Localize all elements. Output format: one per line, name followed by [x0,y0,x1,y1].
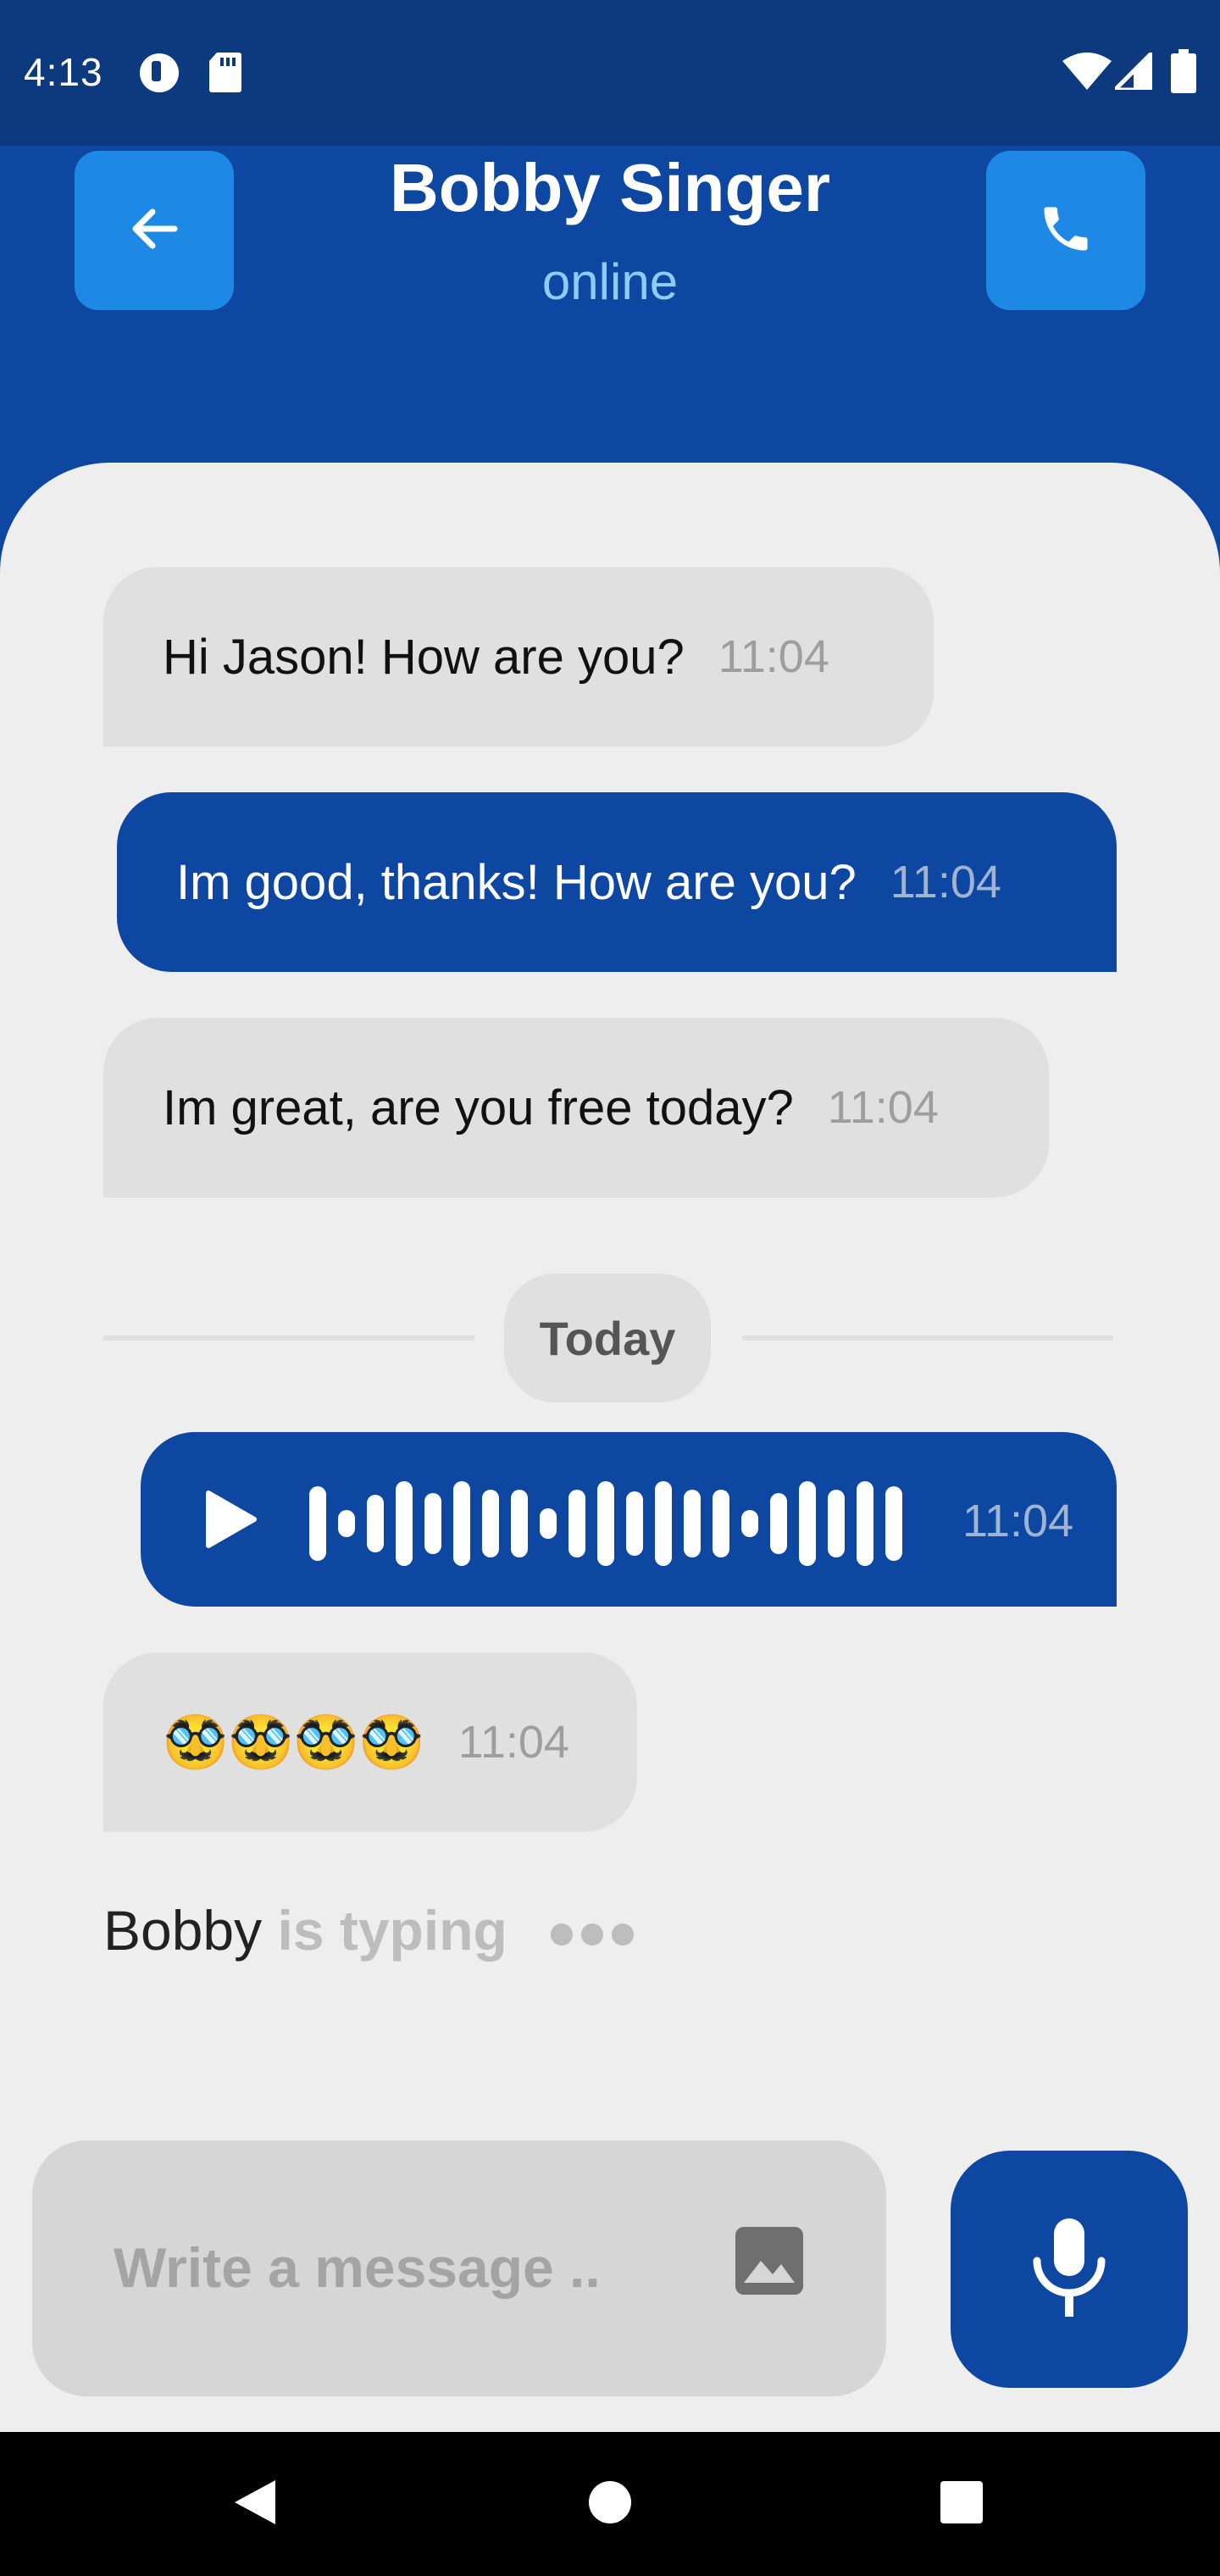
waveform-bar [396,1481,413,1566]
waveform-bar [597,1481,614,1566]
message-input[interactable] [114,2225,639,2310]
message-bubble-outgoing[interactable]: Im good, thanks! How are you? 11:04 [117,792,1117,972]
nav-home-button[interactable] [572,2466,648,2542]
waveform-bar [655,1481,672,1566]
waveform-bar [770,1493,787,1554]
nav-recents-button[interactable] [923,2466,1000,2542]
typing-indicator: Bobby is typing [103,1898,507,1963]
waveform-bar [424,1493,441,1554]
message-time: 11:04 [718,631,829,682]
waveform-bar [713,1490,729,1557]
message-bubble-incoming[interactable]: Hi Jason! How are you? 11:04 [103,567,934,747]
microphone-icon [1029,2217,1110,2323]
waveform-bar [367,1495,384,1552]
phone-icon [1037,200,1095,262]
emoji-message: 🥸🥸🥸🥸 [163,1713,424,1772]
divider-line-left [103,1335,474,1341]
waveform-bar [338,1510,355,1537]
data-saver-icon [137,51,181,99]
message-text: Hi Jason! How are you? [163,629,685,685]
wifi-icon [1062,53,1112,94]
battery-icon [1171,49,1196,97]
attach-image-button[interactable] [725,2218,813,2307]
message-time: 11:04 [458,1717,569,1768]
back-triangle-icon [231,2477,279,2532]
play-icon[interactable] [205,1490,258,1561]
date-divider: Today [504,1274,711,1402]
recents-square-icon [939,2479,984,2529]
message-composer[interactable] [32,2140,886,2396]
image-icon [734,2225,805,2301]
waveform-bar [482,1490,499,1557]
nav-back-button[interactable] [217,2466,293,2542]
message-time: 11:04 [962,1496,1074,1546]
waveform-bar [828,1490,845,1557]
typing-dot [551,1924,573,1946]
waveform-bar [540,1508,557,1539]
message-text: Im great, are you free today? [163,1080,794,1135]
message-bubble-incoming[interactable]: Im great, are you free today? 11:04 [103,1018,1049,1197]
chat-header: Bobby Singer online [0,146,1220,468]
waveform-bar [885,1486,902,1561]
waveform-bar [309,1486,326,1561]
typing-dot [581,1924,603,1946]
waveform-bar [741,1510,758,1537]
waveform-bar [568,1490,585,1557]
record-voice-button[interactable] [951,2151,1188,2388]
waveform-bar [511,1490,528,1557]
status-bar: 4:13 [0,0,1220,146]
sd-card-icon [208,51,242,97]
home-circle-icon [587,2479,633,2529]
waveform-bar [857,1481,873,1566]
typing-name: Bobby [103,1899,263,1962]
waveform-bar [684,1490,701,1557]
typing-dot [612,1924,634,1946]
typing-text: is typing [277,1899,507,1962]
message-bubble-incoming[interactable]: 🥸🥸🥸🥸 11:04 [103,1652,637,1832]
message-text: Im good, thanks! How are you? [176,854,857,910]
call-button[interactable] [986,151,1145,310]
system-nav-bar [0,2432,1220,2576]
divider-line-right [742,1335,1113,1341]
waveform-bar [799,1481,816,1566]
signal-icon [1109,47,1155,94]
waveform-bar [626,1491,643,1556]
message-time: 11:04 [827,1082,939,1133]
waveform-bar [453,1481,470,1566]
status-time: 4:13 [24,50,103,94]
message-time: 11:04 [890,857,1001,908]
